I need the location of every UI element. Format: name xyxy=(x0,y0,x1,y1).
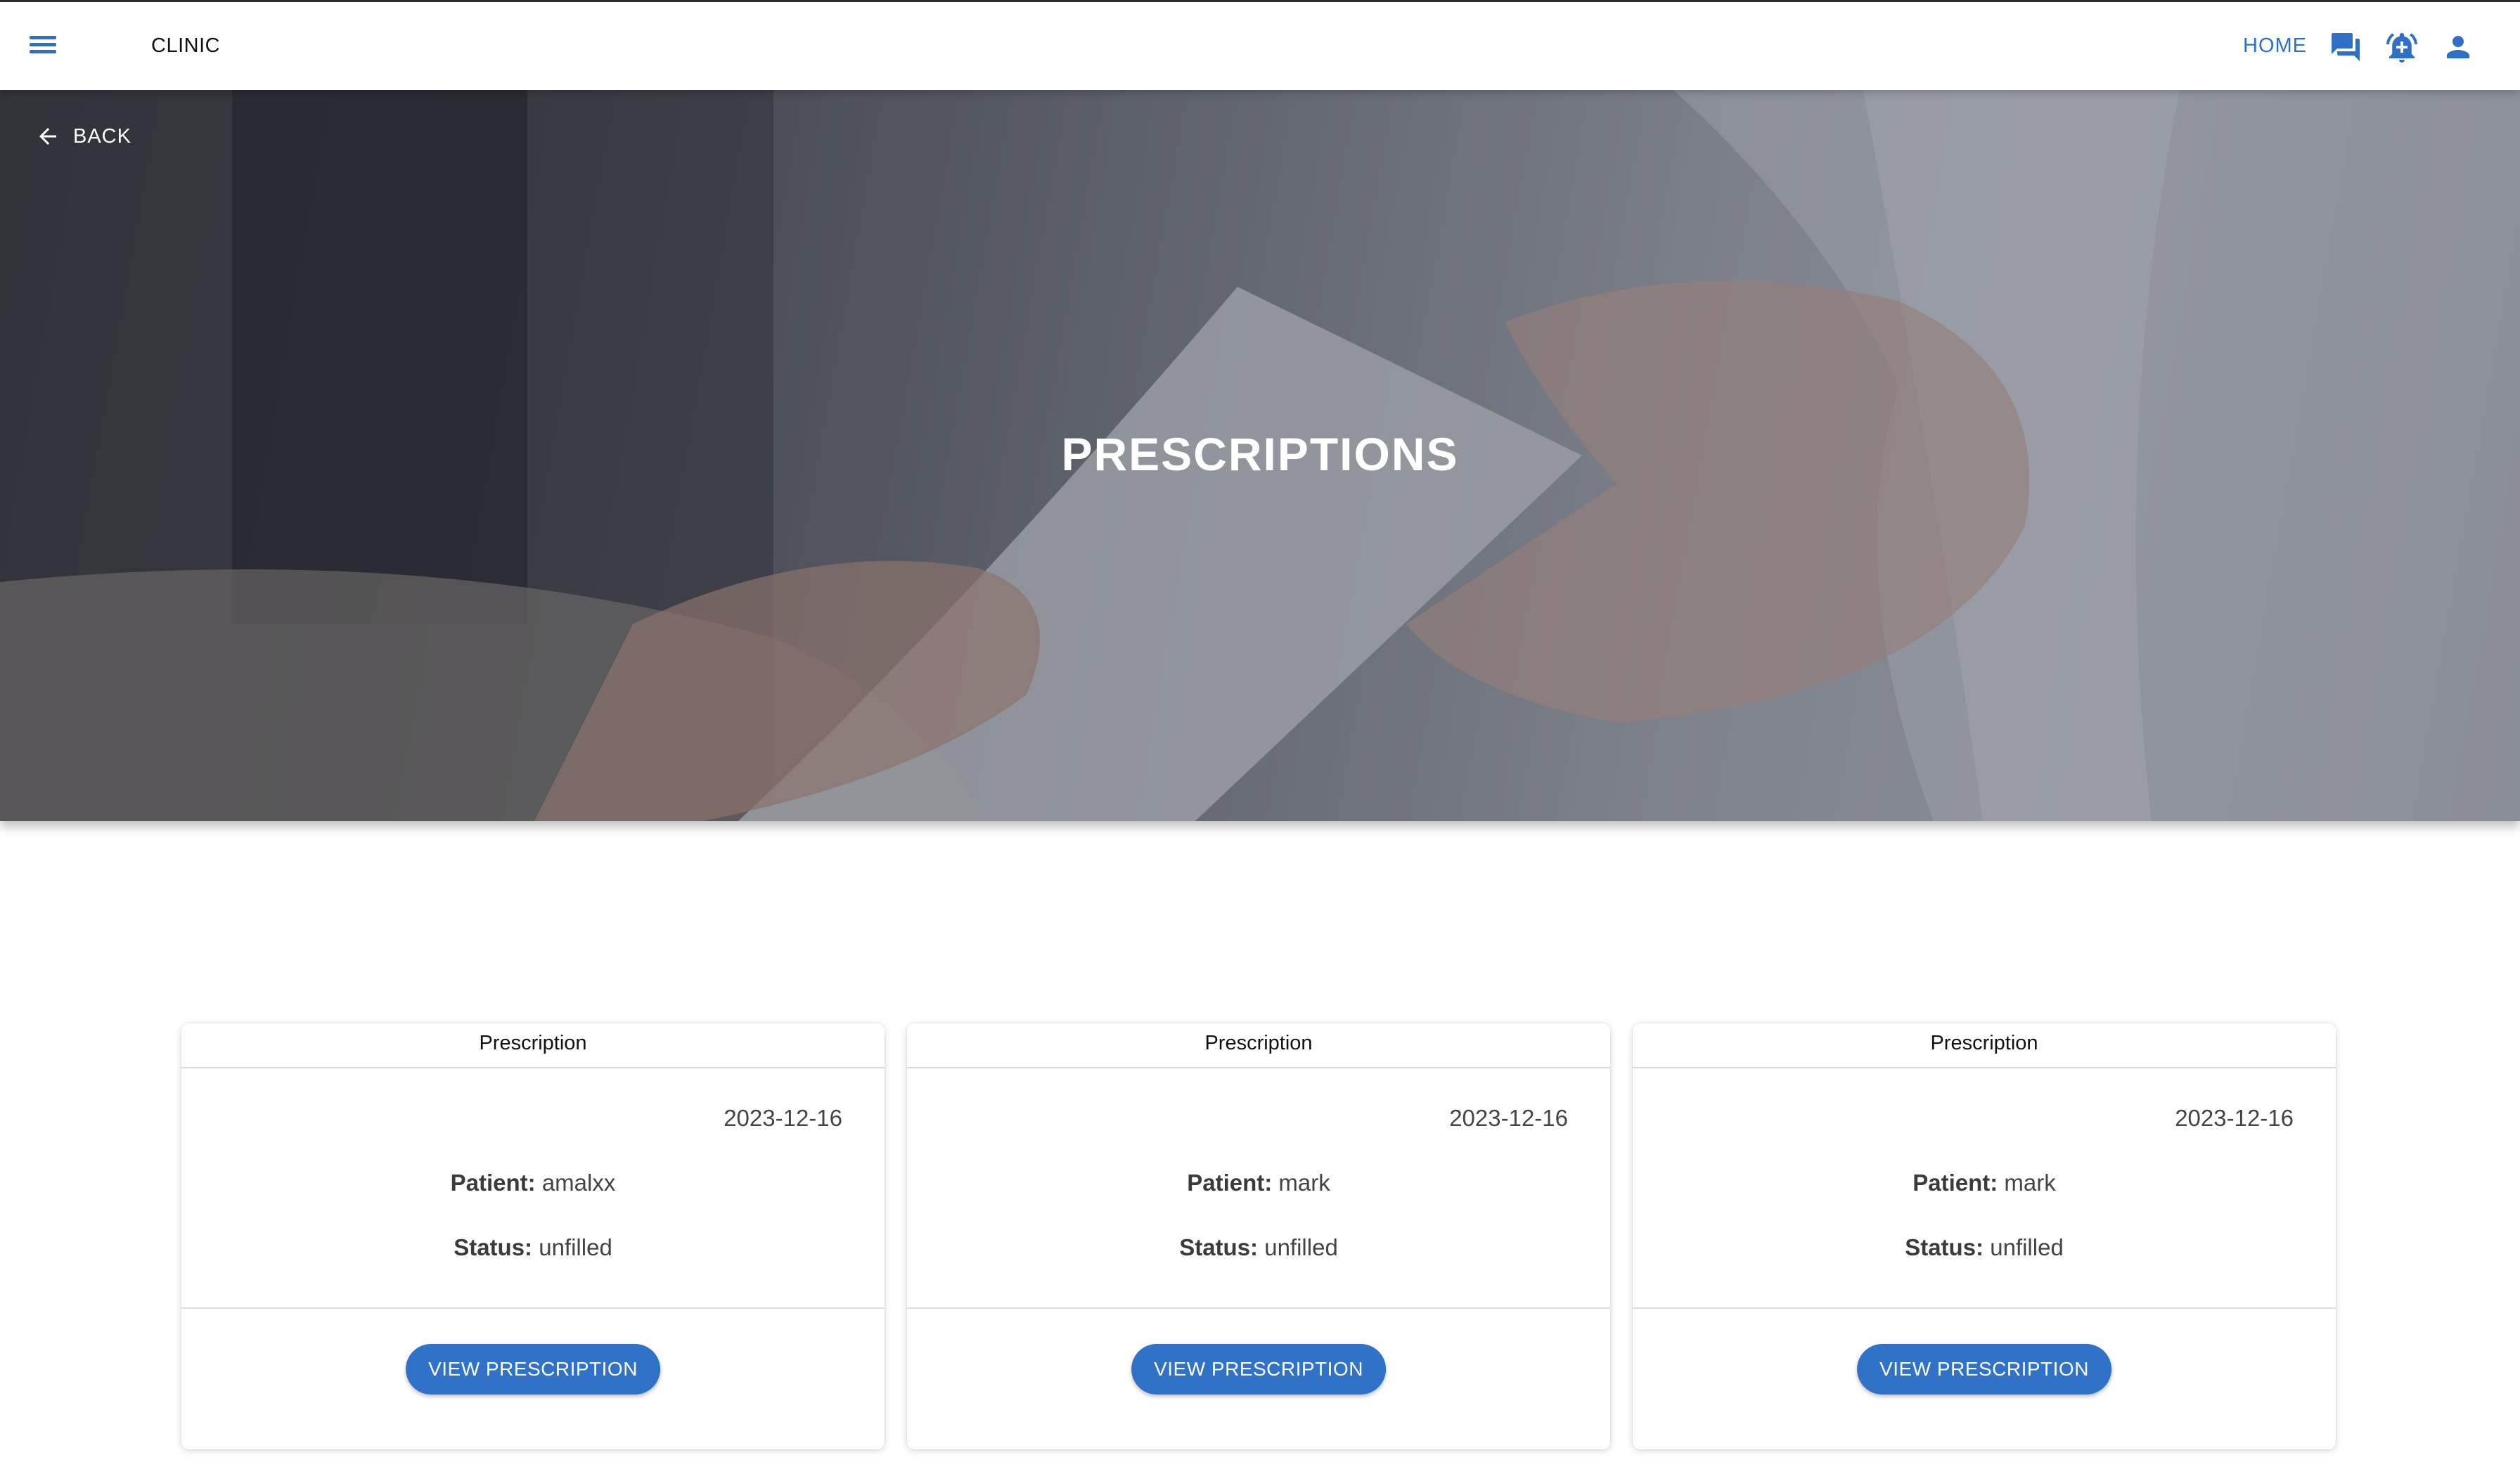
status-label: Status: xyxy=(454,1234,533,1260)
notifications-icon[interactable] xyxy=(2385,30,2419,64)
patient-line: Patient: mark xyxy=(1633,1170,2336,1196)
patient-label: Patient: xyxy=(450,1170,536,1196)
card-footer: VIEW PRESCRIPTION xyxy=(181,1309,885,1448)
nav-home-link[interactable]: HOME xyxy=(2243,34,2307,58)
patient-label: Patient: xyxy=(1912,1170,1998,1196)
card-header: Prescription xyxy=(907,1023,1610,1068)
patient-label: Patient: xyxy=(1187,1170,1273,1196)
card-body: 2023-12-16 Patient: amalxx Status: unfil… xyxy=(181,1068,885,1309)
view-prescription-button[interactable]: VIEW PRESCRIPTION xyxy=(406,1344,660,1395)
menu-icon[interactable] xyxy=(24,27,65,65)
hero-banner: BACK PRESCRIPTIONS xyxy=(0,90,2520,821)
brand-title: CLINIC xyxy=(151,34,221,57)
patient-name: amalxx xyxy=(541,1170,616,1196)
card-header: Prescription xyxy=(181,1023,885,1068)
person-icon[interactable] xyxy=(2441,30,2475,64)
patient-line: Patient: amalxx xyxy=(181,1170,885,1196)
status-label: Status: xyxy=(1905,1234,1984,1260)
prescription-card: Prescription 2023-12-16 Patient: mark St… xyxy=(1633,1023,2336,1449)
prescription-date: 2023-12-16 xyxy=(2175,1105,2294,1131)
card-footer: VIEW PRESCRIPTION xyxy=(1633,1309,2336,1448)
status-value: unfilled xyxy=(539,1234,612,1260)
status-value: unfilled xyxy=(1264,1234,1338,1260)
status-line: Status: unfilled xyxy=(907,1234,1610,1261)
back-button[interactable]: BACK xyxy=(35,115,131,157)
prescription-date: 2023-12-16 xyxy=(1449,1105,1568,1131)
patient-line: Patient: mark xyxy=(907,1170,1610,1196)
prescription-card: Prescription 2023-12-16 Patient: amalxx … xyxy=(181,1023,885,1449)
prescription-card: Prescription 2023-12-16 Patient: mark St… xyxy=(907,1023,1610,1449)
view-prescription-button[interactable]: VIEW PRESCRIPTION xyxy=(1857,1344,2111,1395)
patient-name: mark xyxy=(1278,1170,1330,1196)
arrow-back-icon xyxy=(39,128,56,145)
card-footer: VIEW PRESCRIPTION xyxy=(907,1309,1610,1448)
patient-name: mark xyxy=(2004,1170,2056,1196)
card-body: 2023-12-16 Patient: mark Status: unfille… xyxy=(1633,1068,2336,1309)
card-header: Prescription xyxy=(1633,1023,2336,1068)
chat-icon[interactable] xyxy=(2329,30,2362,64)
prescription-date: 2023-12-16 xyxy=(724,1105,842,1131)
card-body: 2023-12-16 Patient: mark Status: unfille… xyxy=(907,1068,1610,1309)
page-title: PRESCRIPTIONS xyxy=(1061,428,1459,480)
top-app-bar: CLINIC HOME xyxy=(0,0,2520,90)
prescription-list: Prescription 2023-12-16 Patient: amalxx … xyxy=(181,1023,2339,1449)
status-line: Status: unfilled xyxy=(181,1234,885,1261)
view-prescription-button[interactable]: VIEW PRESCRIPTION xyxy=(1131,1344,1386,1395)
status-line: Status: unfilled xyxy=(1633,1234,2336,1261)
back-label: BACK xyxy=(73,124,131,148)
status-label: Status: xyxy=(1179,1234,1259,1260)
status-value: unfilled xyxy=(1990,1234,2064,1260)
